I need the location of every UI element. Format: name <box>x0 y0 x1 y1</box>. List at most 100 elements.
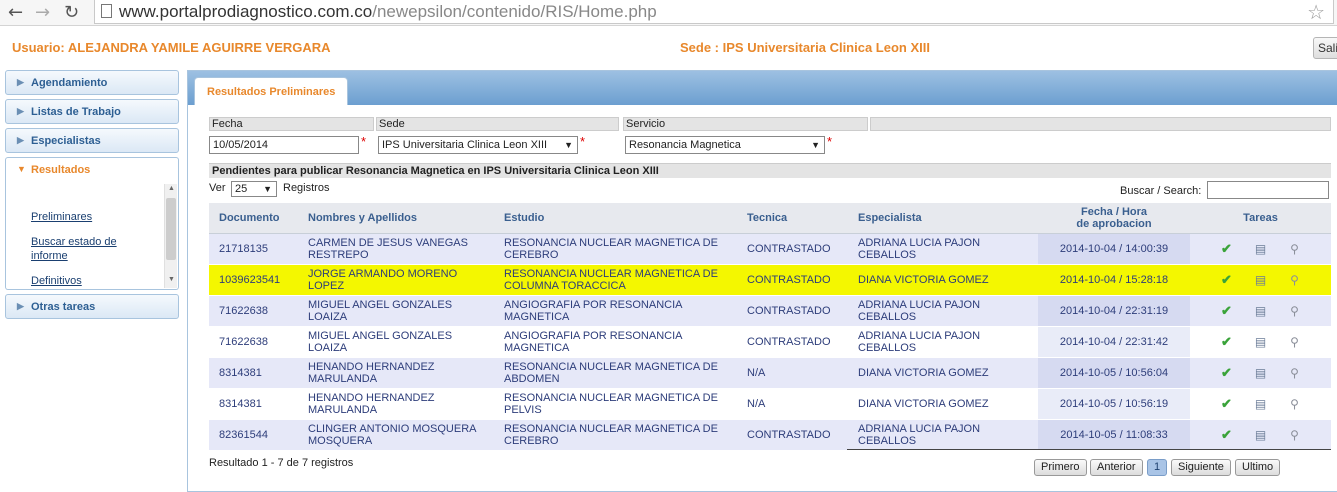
col-estudio[interactable]: Estudio <box>494 203 737 234</box>
print-icon[interactable]: ▤ <box>1253 429 1269 441</box>
magnifier-icon[interactable]: ⚲ <box>1287 336 1303 348</box>
pager-last-button[interactable]: Ultimo <box>1235 459 1281 476</box>
magnifier-icon[interactable]: ⚲ <box>1287 243 1303 255</box>
servicio-select-value: Resonancia Magnetica <box>629 139 741 151</box>
cell-nombres: MIGUEL ANGEL GONZALES LOAIZA <box>298 326 494 358</box>
check-icon[interactable]: ✔ <box>1219 304 1235 317</box>
table-row[interactable]: 8314381 HENANDO HERNANDEZ MARULANDA RESONAN… <box>209 357 1331 389</box>
table-row[interactable]: 1039623541 JORGE ARMANDO MORENO LOPEZ RESON… <box>209 264 1331 296</box>
scrollbar-thumb[interactable] <box>166 198 176 260</box>
forward-arrow-icon[interactable]: → <box>35 2 50 23</box>
cell-nombres-text: CARMEN DE JESUS VANEGAS <box>308 236 468 249</box>
search-input[interactable] <box>1207 181 1329 199</box>
table-row[interactable]: 8314381 HENANDO HERNANDEZ MARULANDA RESONAN… <box>209 388 1331 420</box>
cell-tareas: ✔ ▤ ⚲ <box>1190 264 1331 296</box>
tab-resultados-preliminares[interactable]: Resultados Preliminares <box>194 77 349 105</box>
sidebar-link-definitivos[interactable]: Definitivos <box>31 274 82 288</box>
cell-estudio: RESONANCIA NUCLEAR MAGNETICA DE ABDOMEN <box>494 357 737 389</box>
sidebar-item-agendamiento[interactable]: ▶ Agendamiento <box>5 70 179 95</box>
sidebar-item-resultados[interactable]: ▼ Resultados <box>5 157 179 182</box>
buscar-label: Buscar / Search: <box>1120 185 1202 197</box>
scroll-up-icon[interactable]: ▲ <box>168 185 175 192</box>
table-row[interactable]: 71622638 MIGUEL ANGEL GONZALES LOAIZA ANGIO… <box>209 326 1331 358</box>
cell-especialista: ADRIANA LUCIA PAJON CEBALLOS <box>848 295 1038 327</box>
cell-documento: 82361544 <box>209 419 298 451</box>
print-icon[interactable]: ▤ <box>1253 367 1269 379</box>
pager-prev-button[interactable]: Anterior <box>1090 459 1143 476</box>
sidebar-link-buscar-estado[interactable]: Buscar estado de <box>31 235 117 249</box>
col-especialista[interactable]: Especialista <box>848 203 1038 234</box>
sidebar-item-listas-de-trabajo[interactable]: ▶ Listas de Trabajo <box>5 99 179 124</box>
print-icon[interactable]: ▤ <box>1253 274 1269 286</box>
magnifier-icon[interactable]: ⚲ <box>1287 367 1303 379</box>
check-icon[interactable]: ✔ <box>1219 242 1235 255</box>
print-icon[interactable]: ▤ <box>1253 243 1269 255</box>
cell-especialista-text: ADRIANA LUCIA PAJON <box>858 329 981 342</box>
cell-documento: 71622638 <box>209 326 298 358</box>
page-size-select[interactable]: 25 ▼ <box>231 181 277 197</box>
cell-fecha: 2014-10-05 / 10:56:04 <box>1038 357 1190 389</box>
address-bar[interactable]: www.portalprodiagnostico.com.co/newepsil… <box>94 0 1334 24</box>
cell-especialista-text: DIANA VICTORIA GOMEZ <box>858 366 989 379</box>
check-icon[interactable]: ✔ <box>1219 366 1235 379</box>
sidebar-item-label: Agendamiento <box>31 77 108 89</box>
servicio-select[interactable]: Resonancia Magnetica ▼ <box>625 136 825 154</box>
table-row[interactable]: 71622638 MIGUEL ANGEL GONZALES LOAIZA ANGIO… <box>209 295 1331 327</box>
cell-nombres: CLINGER ANTONIO MOSQUERA MOSQUERA <box>298 419 494 451</box>
required-mark: * <box>361 134 367 149</box>
sidebar-scrollbar[interactable]: ▲ ▼ <box>164 184 177 288</box>
magnifier-icon[interactable]: ⚲ <box>1287 305 1303 317</box>
scroll-down-icon[interactable]: ▼ <box>168 276 175 283</box>
cell-fecha: 2014-10-04 / 15:28:18 <box>1038 264 1190 296</box>
chevron-down-icon: ▼ <box>811 140 820 150</box>
cell-estudio-text-line2: CEREBRO <box>504 434 559 447</box>
user-label: Usuario: ALEJANDRA YAMILE AGUIRRE VERGAR… <box>12 40 331 55</box>
print-icon[interactable]: ▤ <box>1253 305 1269 317</box>
star-icon[interactable]: ☆ <box>1307 0 1325 25</box>
table-row[interactable]: 82361544 CLINGER ANTONIO MOSQUERA MOSQUERA… <box>209 419 1331 451</box>
sidebar-link-buscar-estado-line2[interactable]: informe <box>31 249 68 263</box>
table-row[interactable]: 21718135 CARMEN DE JESUS VANEGAS RESTREPO R… <box>209 233 1331 265</box>
pager-next-button[interactable]: Siguiente <box>1171 459 1231 476</box>
magnifier-icon[interactable]: ⚲ <box>1287 398 1303 410</box>
col-fecha[interactable]: Fecha / Hora de aprobacion <box>1038 203 1190 234</box>
pager-first-button[interactable]: Primero <box>1034 459 1087 476</box>
cell-especialista: DIANA VICTORIA GOMEZ <box>848 388 1038 420</box>
col-tecnica[interactable]: Tecnica <box>737 203 848 234</box>
cell-tecnica: CONTRASTADO <box>737 295 848 327</box>
cell-especialista-text-line2: CEBALLOS <box>858 341 917 354</box>
col-documento[interactable]: Documento <box>209 203 298 234</box>
cell-nombres-text-line2: MARULANDA <box>308 372 378 385</box>
check-icon[interactable]: ✔ <box>1219 428 1235 441</box>
cell-nombres-text-line2: LOPEZ <box>308 279 345 292</box>
check-icon[interactable]: ✔ <box>1219 273 1235 286</box>
cell-estudio-text-line2: MAGNETICA <box>504 341 570 354</box>
print-icon[interactable]: ▤ <box>1253 336 1269 348</box>
print-icon[interactable]: ▤ <box>1253 398 1269 410</box>
check-icon[interactable]: ✔ <box>1219 397 1235 410</box>
cell-estudio-text-line2: ABDOMEN <box>504 372 560 385</box>
logout-button[interactable]: Sali <box>1313 37 1337 59</box>
cell-estudio: RESONANCIA NUCLEAR MAGNETICA DE COLUMNA T… <box>494 264 737 296</box>
page-icon <box>101 4 112 18</box>
sidebar-item-especialistas[interactable]: ▶ Especialistas <box>5 128 179 153</box>
cell-estudio: RESONANCIA NUCLEAR MAGNETICA DE PELVIS <box>494 388 737 420</box>
sidebar-link-preliminares[interactable]: Preliminares <box>31 210 92 224</box>
cell-especialista-text-line2: CEBALLOS <box>858 310 917 323</box>
sidebar-item-otras-tareas[interactable]: ▶ Otras tareas <box>5 294 179 319</box>
cell-documento: 1039623541 <box>209 264 298 296</box>
cell-estudio-text: RESONANCIA NUCLEAR MAGNETICA DE <box>504 422 718 435</box>
reload-icon[interactable]: ↻ <box>64 2 79 23</box>
cell-estudio: RESONANCIA NUCLEAR MAGNETICA DE CEREBRO <box>494 233 737 265</box>
back-arrow-icon[interactable]: ← <box>8 2 23 23</box>
pending-title: Pendientes para publicar Resonancia Magn… <box>209 163 1331 178</box>
col-nombres[interactable]: Nombres y Apellidos <box>298 203 494 234</box>
sidebar-item-label: Listas de Trabajo <box>31 106 121 118</box>
cell-estudio-text: ANGIOGRAFIA POR RESONANCIA <box>504 298 683 311</box>
magnifier-icon[interactable]: ⚲ <box>1287 429 1303 441</box>
magnifier-icon[interactable]: ⚲ <box>1287 274 1303 286</box>
fecha-input[interactable]: 10/05/2014 <box>209 136 359 154</box>
sede-select[interactable]: IPS Universitaria Clinica Leon XIII ▼ <box>378 136 578 154</box>
pager-page-1[interactable]: 1 <box>1147 459 1168 476</box>
check-icon[interactable]: ✔ <box>1219 335 1235 348</box>
